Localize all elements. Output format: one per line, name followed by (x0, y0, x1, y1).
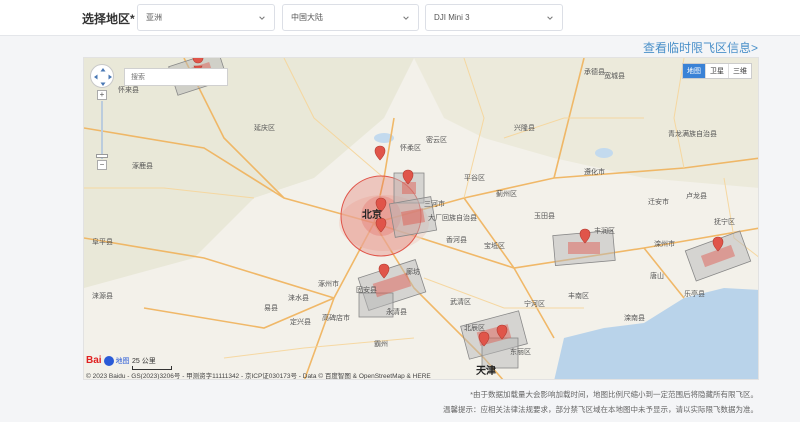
city-label: 宁河区 (524, 299, 545, 308)
city-label: 丰润区 (594, 226, 615, 235)
chevron-down-icon (403, 15, 409, 20)
city-label: 怀柔区 (400, 143, 421, 152)
baidu-logo-text: Bai (86, 355, 102, 366)
temporary-restriction-link[interactable]: 查看临时限飞区信息> (643, 39, 758, 56)
city-label: 承德县 (584, 67, 605, 76)
city-label: 固安县 (356, 285, 377, 294)
city-label: 北京 (362, 208, 382, 221)
city-label: 永清县 (386, 307, 407, 316)
city-label: 大厂回族自治县 (428, 213, 477, 222)
sea-area (554, 288, 758, 379)
map-canvas: 北京 天津 怀柔区 平谷区 蓟州区 三河市 大厂回族自治县 香河县 宝坻区 玉田… (84, 58, 758, 379)
top-bar: 选择地区* 亚洲 中国大陆 DJI Mini 3 (0, 0, 800, 36)
city-label: 廊坊 (406, 267, 420, 276)
pan-control[interactable] (90, 64, 114, 88)
city-label: 唐山 (650, 271, 664, 280)
drone-select[interactable]: DJI Mini 3 (425, 4, 563, 31)
reservoir (595, 148, 613, 158)
baidu-paw-icon (103, 355, 114, 366)
scale-label: 25 公里 (132, 358, 156, 365)
baidu-logo: Bai 地图 (86, 355, 130, 366)
continent-select[interactable]: 亚洲 (137, 4, 275, 31)
city-label: 遵化市 (584, 167, 605, 176)
chevron-down-icon (259, 15, 265, 20)
city-label: 玉田县 (534, 212, 555, 220)
city-label: 定兴县 (290, 317, 311, 326)
city-label: 武清区 (450, 297, 471, 306)
zoom-in-button[interactable]: + (97, 90, 107, 100)
city-label: 丰南区 (568, 291, 589, 300)
city-label: 怀来县 (118, 85, 139, 94)
city-label: 香河县 (446, 235, 467, 244)
drone-value: DJI Mini 3 (434, 13, 470, 22)
city-label: 滦南县 (624, 313, 645, 322)
city-label: 滦州市 (654, 239, 675, 248)
zoom-thumb[interactable] (96, 154, 108, 158)
city-label: 易县 (264, 304, 278, 312)
pan-arrows-icon (94, 68, 112, 86)
map-type-switcher: 地图 卫星 三维 (682, 63, 752, 79)
region-label: 选择地区* (82, 12, 135, 26)
map-search-input[interactable] (124, 68, 228, 86)
city-label: 北辰区 (464, 324, 485, 332)
city-label: 涞水县 (288, 293, 309, 302)
zoom-track[interactable] (101, 101, 103, 159)
city-label: 涿州市 (318, 279, 339, 288)
baidu-logo-sub: 地图 (115, 357, 130, 365)
map-view[interactable]: 北京 天津 怀柔区 平谷区 蓟州区 三河市 大厂回族自治县 香河县 宝坻区 玉田… (83, 57, 759, 380)
footnote-disclaimer: 温馨提示：应相关法律法规要求，部分禁飞区域在本地图中未予显示，请以实际限飞数据为… (443, 405, 758, 414)
city-label: 青龙满族自治县 (668, 129, 717, 138)
zoom-out-button[interactable]: − (97, 160, 107, 170)
city-label: 抚宁区 (714, 217, 735, 226)
map-copyright: © 2023 Baidu - GS(2023)3206号 - 甲测资字11111… (86, 373, 431, 380)
map-type-3d[interactable]: 三维 (729, 64, 751, 78)
city-label: 霸州 (374, 340, 388, 348)
city-label: 蓟州区 (496, 189, 517, 198)
city-label: 高碑店市 (322, 313, 350, 322)
city-label: 卢龙县 (686, 191, 707, 200)
city-label: 兴隆县 (514, 123, 535, 132)
page: 选择地区* 亚洲 中国大陆 DJI Mini 3 查看临时限飞区信息> 北京 天… (0, 0, 800, 422)
city-label: 涞源县 (92, 291, 113, 300)
country-select[interactable]: 中国大陆 (282, 4, 419, 31)
zoom-slider[interactable]: + − (96, 90, 108, 170)
city-label: 迁安市 (648, 197, 669, 206)
city-label: 三河市 (424, 199, 445, 208)
map-type-map[interactable]: 地图 (683, 64, 706, 78)
chevron-down-icon (547, 15, 553, 20)
city-label: 天津 (476, 364, 496, 377)
city-label: 宽城县 (604, 71, 625, 80)
map-type-satellite[interactable]: 卫星 (706, 64, 729, 78)
footnote-loading: *由于数据加载量大会影响加载时间，地图比例尺缩小到一定范围后将隐藏所有限飞区。 (470, 390, 758, 399)
city-label: 宝坻区 (484, 241, 505, 250)
city-label: 阜平县 (92, 237, 113, 246)
country-value: 中国大陆 (291, 13, 323, 22)
city-label: 涿鹿县 (132, 161, 153, 170)
city-label: 延庆区 (254, 123, 275, 132)
continent-value: 亚洲 (146, 13, 162, 22)
city-label: 平谷区 (464, 173, 485, 182)
city-label: 乐亭县 (684, 289, 705, 298)
city-label: 东丽区 (510, 347, 531, 356)
city-label: 密云区 (426, 135, 447, 144)
